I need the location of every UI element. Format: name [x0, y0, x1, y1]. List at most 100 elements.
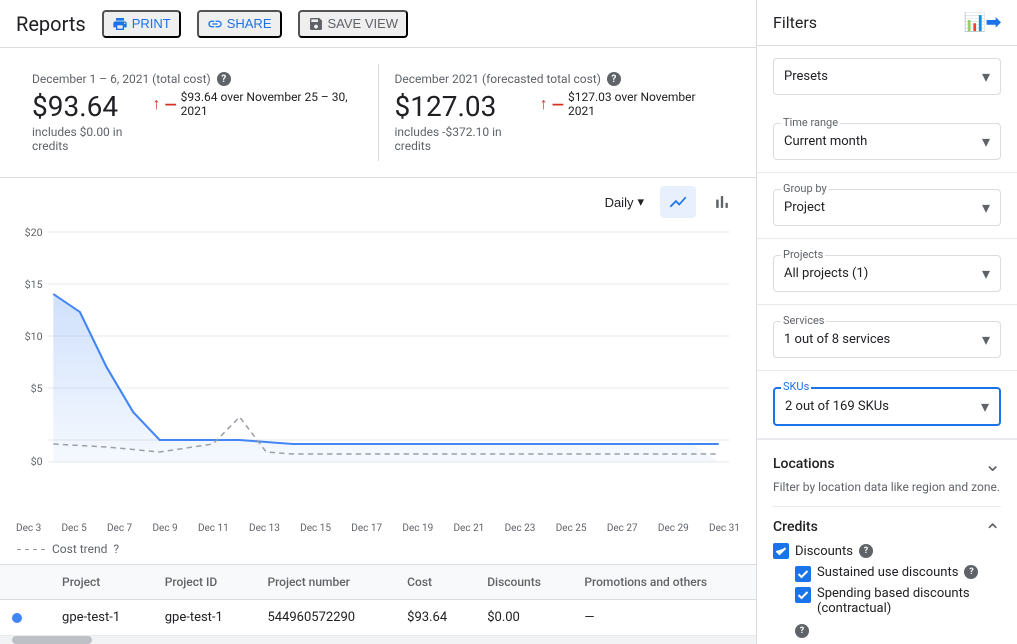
summary-card1-sub: includes $0.00 in credits [32, 125, 152, 153]
x-label: Dec 5 [61, 523, 86, 534]
x-axis-labels: Dec 3 Dec 5 Dec 7 Dec 9 Dec 11 Dec 13 De… [0, 519, 756, 538]
discounts-info-icon[interactable]: ? [859, 544, 873, 558]
row-project-id: gpe-test-1 [153, 600, 256, 636]
group-by-value: Project [784, 200, 825, 215]
sustained-check-icon [797, 568, 809, 580]
x-label: Dec 15 [300, 523, 331, 534]
skus-label: SKUs [781, 380, 811, 393]
col-project-number: Project number [255, 565, 395, 600]
summary-card1-amount: $93.64 [32, 90, 152, 123]
dash-icon: — [164, 95, 176, 114]
x-label: Dec 17 [351, 523, 382, 534]
bar-chart-icon [712, 192, 732, 212]
discounts-checkbox[interactable] [773, 543, 789, 559]
chart-area: $20 $15 $10 $5 $0 [0, 222, 756, 519]
spending-check-icon [797, 589, 809, 601]
spending-info-icon[interactable]: ? [795, 624, 809, 638]
spending-label: Spending based discounts (contractual) [817, 586, 1001, 616]
print-icon [112, 16, 128, 32]
col-project-id: Project ID [153, 565, 256, 600]
bar-chart-button[interactable] [704, 186, 740, 218]
check-icon [775, 545, 787, 557]
row-project-number: 544960572290 [255, 600, 395, 636]
page-title: Reports [16, 12, 86, 36]
locations-expand-icon: ⌄ [984, 452, 1001, 476]
col-discounts: Discounts [475, 565, 572, 600]
sustained-info-icon[interactable]: ? [964, 565, 978, 579]
credits-collapse-icon[interactable]: ⌃ [984, 519, 1001, 543]
services-value: 1 out of 8 services [784, 332, 890, 347]
locations-sub: Filter by location data like region and … [773, 480, 1001, 494]
projects-chevron-icon: ▾ [982, 264, 990, 283]
row-discounts: $0.00 [475, 600, 572, 636]
summary-card-forecast: December 2021 (forecasted total cost) ? … [379, 64, 741, 161]
discounts-label: Discounts [795, 544, 853, 559]
arrow-up-icon: ↑ [152, 94, 160, 114]
share-label: SHARE [227, 16, 272, 31]
time-range-label: Time range [781, 116, 840, 129]
presets-value: Presets [784, 69, 828, 84]
x-label: Dec 27 [607, 523, 638, 534]
granularity-select[interactable]: Daily ▾ [597, 190, 652, 214]
summary-card1-delta: ↑ — $93.64 over November 25 – 30, 2021 [152, 90, 361, 118]
group-by-section: Group by Project ▾ [757, 173, 1017, 239]
x-label: Dec 9 [152, 523, 177, 534]
chart-svg: $20 $15 $10 $5 $0 [16, 222, 740, 482]
group-by-label: Group by [781, 182, 829, 195]
summary-card1-info-icon[interactable]: ? [217, 72, 231, 86]
skus-value: 2 out of 169 SKUs [785, 399, 889, 414]
discounts-row: Discounts ? [773, 543, 1001, 559]
summary-card1-delta-text: $93.64 over November 25 – 30, 2021 [181, 90, 362, 118]
presets-section: Presets ▾ [757, 46, 1017, 107]
print-button[interactable]: PRINT [102, 10, 181, 38]
table-row: gpe-test-1 gpe-test-1 544960572290 $93.6… [0, 600, 756, 636]
spending-checkbox[interactable] [795, 587, 811, 603]
summary-card2-amount: $127.03 [395, 90, 540, 123]
data-table-section: Project Project ID Project number Cost D… [0, 564, 756, 644]
x-label: Dec 29 [658, 523, 689, 534]
x-label: Dec 23 [505, 523, 536, 534]
svg-text:$20: $20 [25, 226, 43, 239]
scrollbar-thumb[interactable] [12, 636, 92, 644]
main-content: Reports PRINT SHARE SAVE VIEW December 1… [0, 0, 757, 644]
sustained-row: Sustained use discounts ? [795, 565, 1001, 582]
cost-trend-label: Cost trend [52, 542, 107, 556]
x-label: Dec 13 [249, 523, 280, 534]
save-view-button[interactable]: SAVE VIEW [298, 10, 409, 38]
summary-card-actual: December 1 – 6, 2021 (total cost) ? $93.… [16, 64, 379, 161]
presets-chevron-icon: ▾ [982, 67, 990, 86]
col-promotions: Promotions and others [572, 565, 756, 600]
share-button[interactable]: SHARE [197, 10, 282, 38]
svg-text:$15: $15 [25, 278, 43, 291]
presets-select[interactable]: Presets ▾ [773, 58, 1001, 95]
skus-chevron-icon: ▾ [981, 397, 989, 416]
granularity-label: Daily [605, 195, 634, 210]
sustained-label: Sustained use discounts [817, 565, 958, 580]
services-chevron-icon: ▾ [982, 330, 990, 349]
services-section: Services 1 out of 8 services ▾ [757, 305, 1017, 371]
skus-section: SKUs 2 out of 169 SKUs ▾ [757, 371, 1017, 439]
cost-trend-info-icon[interactable]: ? [113, 542, 119, 556]
line-chart-button[interactable] [660, 186, 696, 218]
save-label: SAVE VIEW [328, 16, 399, 31]
chart-controls: Daily ▾ [0, 178, 756, 222]
summary-card2-info-icon[interactable]: ? [607, 72, 621, 86]
projects-value: All projects (1) [784, 266, 868, 281]
projects-section: Projects All projects (1) ▾ [757, 239, 1017, 305]
share-icon [207, 16, 223, 32]
row-promotions: — [572, 600, 756, 636]
dash-icon2: — [552, 95, 564, 114]
horizontal-scrollbar[interactable] [0, 636, 756, 644]
svg-text:$5: $5 [31, 382, 43, 395]
collapse-filters-button[interactable]: 📊➡ [964, 12, 1002, 33]
data-table: Project Project ID Project number Cost D… [0, 565, 756, 636]
filters-title: Filters [773, 13, 817, 32]
line-chart-icon [668, 192, 688, 212]
print-label: PRINT [132, 16, 171, 31]
locations-toggle[interactable]: Locations ⌄ [773, 452, 1001, 476]
arrow-up-icon2: ↑ [540, 94, 548, 114]
cost-trend-legend: Cost trend ? [0, 538, 756, 564]
sustained-checkbox[interactable] [795, 566, 811, 582]
trend-line-sample [16, 549, 46, 550]
time-range-chevron-icon: ▾ [982, 132, 990, 151]
